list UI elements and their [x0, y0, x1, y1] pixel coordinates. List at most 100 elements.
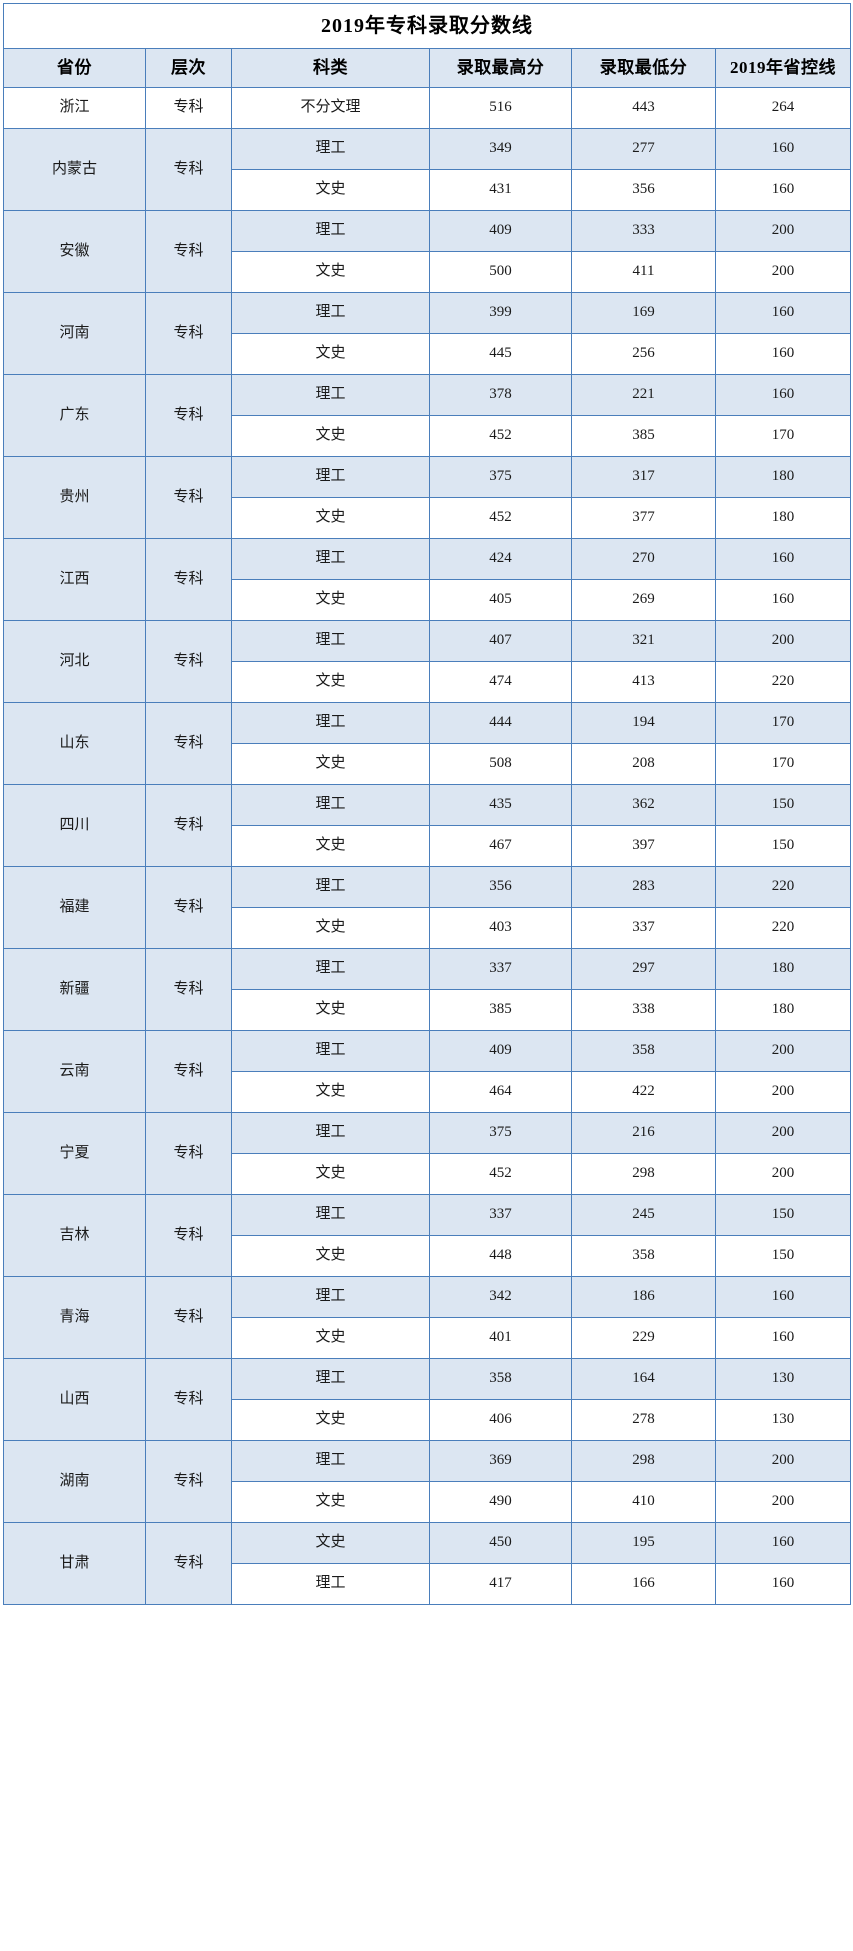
- cell-category: 理工: [231, 1194, 430, 1236]
- cell-control-line: 160: [715, 128, 851, 170]
- cell-lowest-score: 208: [571, 743, 716, 785]
- cell-lowest-score: 195: [571, 1522, 716, 1564]
- cell-highest-score: 405: [429, 579, 572, 621]
- column-header-category: 科类: [231, 48, 430, 88]
- cell-category: 理工: [231, 538, 430, 580]
- cell-highest-score: 337: [429, 1194, 572, 1236]
- cell-highest-score: 358: [429, 1358, 572, 1400]
- cell-lowest-score: 410: [571, 1481, 716, 1523]
- cell-highest-score: 369: [429, 1440, 572, 1482]
- cell-category: 理工: [231, 784, 430, 826]
- cell-category: 理工: [231, 1440, 430, 1482]
- cell-highest-score: 450: [429, 1522, 572, 1564]
- cell-lowest-score: 338: [571, 989, 716, 1031]
- cell-highest-score: 431: [429, 169, 572, 211]
- table-row: 新疆 专科 理工 337 297 180: [3, 948, 851, 1031]
- cell-level: 专科: [145, 210, 232, 293]
- cell-highest-score: 399: [429, 292, 572, 334]
- cell-level: 专科: [145, 1112, 232, 1195]
- cell-control-line: 180: [715, 497, 851, 539]
- cell-category: 文史: [231, 825, 430, 867]
- cell-control-line: 130: [715, 1399, 851, 1441]
- cell-control-line: 180: [715, 456, 851, 498]
- table-row: 安徽 专科 理工 409 333 200: [3, 210, 851, 293]
- cell-highest-score: 435: [429, 784, 572, 826]
- cell-highest-score: 385: [429, 989, 572, 1031]
- cell-highest-score: 401: [429, 1317, 572, 1359]
- cell-level: 专科: [145, 538, 232, 621]
- cell-lowest-score: 166: [571, 1563, 716, 1605]
- cell-category: 文史: [231, 579, 430, 621]
- cell-category: 文史: [231, 251, 430, 293]
- cell-province: 云南: [3, 1030, 146, 1113]
- table-row: 云南 专科 理工 409 358 200: [3, 1030, 851, 1113]
- cell-category: 理工: [231, 866, 430, 908]
- cell-control-line: 170: [715, 702, 851, 744]
- cell-lowest-score: 164: [571, 1358, 716, 1400]
- table-row: 内蒙古 专科 理工 349 277 160: [3, 128, 851, 211]
- cell-control-line: 160: [715, 292, 851, 334]
- cell-highest-score: 452: [429, 497, 572, 539]
- cell-highest-score: 417: [429, 1563, 572, 1605]
- cell-lowest-score: 377: [571, 497, 716, 539]
- cell-category: 文史: [231, 1481, 430, 1523]
- cell-control-line: 200: [715, 1481, 851, 1523]
- cell-province: 青海: [3, 1276, 146, 1359]
- cell-category: 理工: [231, 1358, 430, 1400]
- cell-control-line: 200: [715, 1440, 851, 1482]
- cell-category: 理工: [231, 128, 430, 170]
- cell-level: 专科: [145, 456, 232, 539]
- cell-highest-score: 409: [429, 1030, 572, 1072]
- cell-control-line: 200: [715, 1030, 851, 1072]
- table-row: 山东 专科 理工 444 194 170: [3, 702, 851, 785]
- cell-category: 文史: [231, 1071, 430, 1113]
- table-title-row: 2019年专科录取分数线: [3, 3, 851, 49]
- cell-category: 文史: [231, 1235, 430, 1277]
- cell-province: 广东: [3, 374, 146, 457]
- cell-lowest-score: 277: [571, 128, 716, 170]
- cell-control-line: 200: [715, 210, 851, 252]
- column-header-control-line: 2019年省控线: [715, 48, 851, 88]
- cell-province: 河南: [3, 292, 146, 375]
- cell-province: 湖南: [3, 1440, 146, 1523]
- cell-level: 专科: [145, 1522, 232, 1605]
- cell-control-line: 200: [715, 620, 851, 662]
- table-row: 甘肃 专科 文史 450 195 160: [3, 1522, 851, 1605]
- column-header-highest: 录取最高分: [429, 48, 572, 88]
- cell-lowest-score: 362: [571, 784, 716, 826]
- table-row: 江西 专科 理工 424 270 160: [3, 538, 851, 621]
- cell-province: 安徽: [3, 210, 146, 293]
- cell-lowest-score: 221: [571, 374, 716, 416]
- column-header-lowest: 录取最低分: [571, 48, 716, 88]
- cell-category: 文史: [231, 907, 430, 949]
- table-row: 青海 专科 理工 342 186 160: [3, 1276, 851, 1359]
- cell-highest-score: 375: [429, 1112, 572, 1154]
- page-title: 2019年专科录取分数线: [3, 3, 851, 49]
- column-header-level: 层次: [145, 48, 232, 88]
- cell-level: 专科: [145, 620, 232, 703]
- cell-lowest-score: 397: [571, 825, 716, 867]
- cell-lowest-score: 169: [571, 292, 716, 334]
- cell-control-line: 160: [715, 1276, 851, 1318]
- cell-level: 专科: [145, 784, 232, 867]
- cell-lowest-score: 317: [571, 456, 716, 498]
- cell-category: 文史: [231, 1317, 430, 1359]
- cell-control-line: 220: [715, 661, 851, 703]
- cell-level: 专科: [145, 374, 232, 457]
- admission-score-table: 2019年专科录取分数线 省份 层次 科类 录取最高分 录取最低分 2019年省…: [3, 3, 851, 1605]
- cell-lowest-score: 256: [571, 333, 716, 375]
- cell-level: 专科: [145, 292, 232, 375]
- cell-province: 贵州: [3, 456, 146, 539]
- cell-lowest-score: 297: [571, 948, 716, 990]
- cell-control-line: 150: [715, 784, 851, 826]
- cell-category: 理工: [231, 1563, 430, 1605]
- cell-control-line: 220: [715, 866, 851, 908]
- cell-control-line: 180: [715, 948, 851, 990]
- cell-highest-score: 375: [429, 456, 572, 498]
- cell-control-line: 160: [715, 333, 851, 375]
- cell-highest-score: 445: [429, 333, 572, 375]
- cell-level: 专科: [145, 1276, 232, 1359]
- cell-lowest-score: 245: [571, 1194, 716, 1236]
- cell-lowest-score: 358: [571, 1235, 716, 1277]
- cell-lowest-score: 269: [571, 579, 716, 621]
